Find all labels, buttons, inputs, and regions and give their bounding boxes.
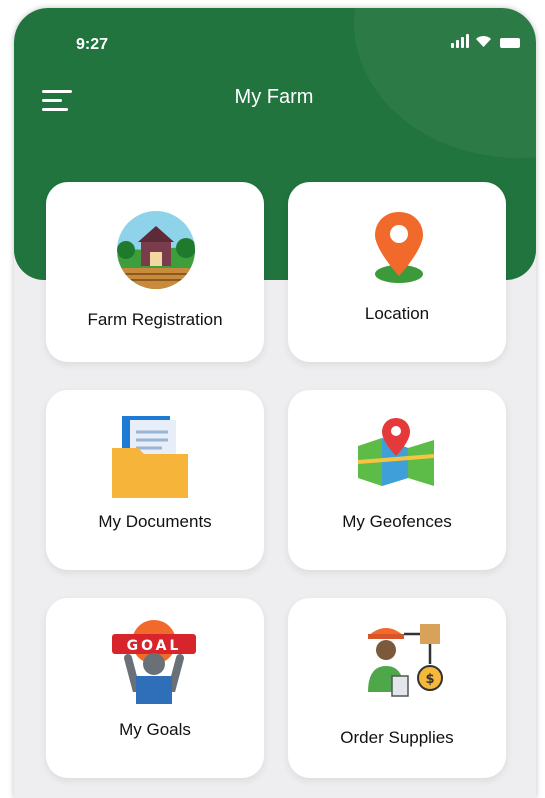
status-icons [451, 34, 520, 48]
farm-barn-icon [117, 211, 195, 289]
card-label: My Goals [119, 720, 191, 739]
phone-screen: 9:27 My Farm Farm Registration Location … [14, 8, 536, 798]
my-geofences-card[interactable]: My Geofences [288, 390, 506, 570]
supply-chain-icon: $ [368, 624, 443, 697]
status-time: 9:27 [76, 36, 109, 53]
folder-documents-icon [112, 416, 188, 498]
location-card[interactable]: Location [288, 182, 506, 362]
map-geofence-icon [357, 418, 435, 486]
card-label: My Geofences [342, 512, 452, 531]
header-decoration [354, 8, 536, 158]
wifi-icon [476, 36, 491, 47]
location-pin-icon [375, 212, 423, 283]
signal-icon [451, 34, 469, 48]
card-label: Farm Registration [87, 310, 223, 329]
my-goals-card[interactable]: GOAL My Goals [46, 598, 264, 778]
goal-sign-icon: GOAL [112, 620, 196, 704]
svg-text:GOAL: GOAL [127, 638, 182, 654]
card-label: Order Supplies [340, 728, 454, 747]
svg-text:$: $ [425, 672, 434, 687]
battery-icon [500, 38, 520, 48]
card-label: Location [364, 304, 430, 323]
card-label: My Documents [98, 512, 212, 531]
farm-registration-card[interactable]: Farm Registration [46, 182, 264, 362]
page-title: My Farm [234, 86, 314, 108]
my-documents-card[interactable]: My Documents [46, 390, 264, 570]
order-supplies-card[interactable]: $ Order Supplies [288, 598, 506, 778]
